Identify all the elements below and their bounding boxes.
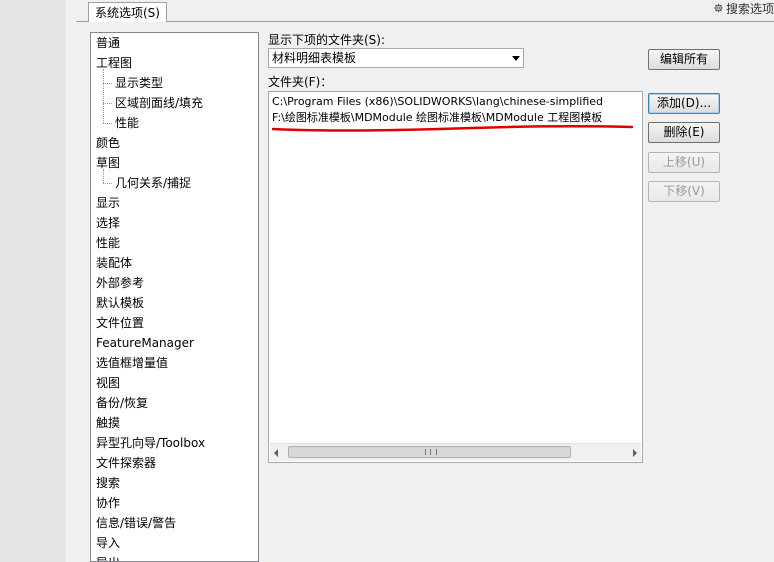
tab-system-options[interactable]: 系统选项(S): [88, 2, 167, 22]
tree-item[interactable]: 显示类型: [115, 73, 163, 93]
background-window-strip: [0, 0, 67, 562]
folder-list[interactable]: C:\Program Files (x86)\SOLIDWORKS\lang\c…: [268, 91, 643, 463]
horizontal-scrollbar[interactable]: [270, 443, 641, 461]
tree-item[interactable]: 普通: [96, 33, 120, 53]
tree-item[interactable]: 协作: [96, 493, 120, 513]
scroll-right-icon[interactable]: [633, 449, 637, 457]
tree-item[interactable]: 视图: [96, 373, 120, 393]
folders-label: 文件夹(F)：: [268, 75, 333, 89]
tree-connector: [103, 123, 112, 124]
tree-item[interactable]: 导出: [96, 553, 120, 561]
tree-connector: [103, 69, 104, 123]
tree-item[interactable]: 几何关系/捕捉: [115, 173, 191, 193]
tree-connector: [103, 83, 112, 84]
scroll-thumb[interactable]: [288, 446, 571, 458]
tree-item[interactable]: 工程图: [96, 53, 132, 73]
tree-item[interactable]: FeatureManager: [96, 333, 194, 353]
move-down-button[interactable]: 下移(V): [648, 181, 720, 202]
grip-icon: [425, 449, 437, 455]
tree-item[interactable]: 文件探索器: [96, 453, 156, 473]
tree-item[interactable]: 外部参考: [96, 273, 144, 293]
tree-item[interactable]: 备份/恢复: [96, 393, 148, 413]
folder-type-select[interactable]: 材料明细表模板: [268, 48, 524, 68]
tree-item[interactable]: 草图: [96, 153, 120, 173]
tree-item[interactable]: 显示: [96, 193, 120, 213]
add-button[interactable]: 添加(D)...: [648, 93, 720, 114]
tree-item[interactable]: 异型孔向导/Toolbox: [96, 433, 205, 453]
tree-item[interactable]: 颜色: [96, 133, 120, 153]
tree-item[interactable]: 触摸: [96, 413, 120, 433]
chevron-down-icon[interactable]: [512, 56, 520, 61]
folder-type-value: 材料明细表模板: [272, 51, 357, 65]
list-item[interactable]: C:\Program Files (x86)\SOLIDWORKS\lang\c…: [272, 94, 603, 110]
tab-divider: [76, 21, 774, 22]
tree-connector: [103, 169, 104, 183]
tree-item[interactable]: 性能: [96, 233, 120, 253]
tree-item[interactable]: 导入: [96, 533, 120, 553]
tree-connector: [103, 183, 112, 184]
tree-item[interactable]: 装配体: [96, 253, 132, 273]
red-underline-annotation: [272, 125, 633, 132]
edit-all-button[interactable]: 编辑所有: [648, 49, 720, 70]
tree-connector: [103, 103, 112, 104]
tree-item[interactable]: 搜索: [96, 473, 120, 493]
tree-item[interactable]: 性能: [115, 113, 139, 133]
options-tree[interactable]: 普通 工程图 显示类型 区域剖面线/填充 性能 颜色 草图 几何关系/捕捉 显示 选择 性能 装配体外…: [90, 32, 259, 562]
gear-icon: [714, 3, 723, 13]
search-options[interactable]: 搜索选项: [714, 0, 774, 16]
tree-item[interactable]: 区域剖面线/填充: [115, 93, 203, 113]
show-folders-label: 显示下项的文件夹(S):: [268, 33, 386, 47]
tree-item[interactable]: 选值框增量值: [96, 353, 168, 373]
search-options-label: 搜索选项: [725, 1, 774, 16]
delete-button[interactable]: 删除(E): [648, 122, 720, 143]
tree-item[interactable]: 默认模板: [96, 293, 144, 313]
tree-item[interactable]: 选择: [96, 213, 120, 233]
tree-item[interactable]: 信息/错误/警告: [96, 513, 176, 533]
tree-item[interactable]: 文件位置: [96, 313, 144, 333]
move-up-button[interactable]: 上移(U): [648, 152, 720, 173]
scroll-left-icon[interactable]: [274, 449, 278, 457]
